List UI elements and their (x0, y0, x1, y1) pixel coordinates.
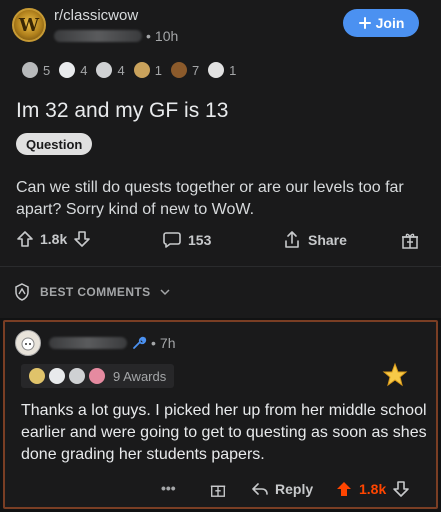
comment-vote-group: 1.8k (335, 480, 410, 498)
comments-button[interactable]: 153 (162, 230, 211, 250)
snoo-avatar-icon (21, 337, 35, 351)
comment-count: 153 (188, 232, 212, 248)
award-count: 7 (191, 62, 200, 78)
wow-logo-icon[interactable]: W (12, 8, 46, 42)
share-button[interactable]: Share (282, 230, 347, 250)
gift-award-button[interactable] (209, 480, 227, 498)
comment-body: Thanks a lot guys. I picked her up from … (21, 402, 427, 463)
dot-separator: • (151, 335, 156, 351)
post-title[interactable]: Im 32 and my GF is 13 (16, 99, 228, 123)
award-icon (22, 62, 38, 78)
award-count: 1 (154, 62, 162, 78)
award-count: 4 (80, 62, 88, 78)
post-meta: r/classicwow • 10h (54, 8, 178, 44)
avatar[interactable] (15, 330, 41, 356)
comment-icon (163, 232, 181, 248)
gift-icon (210, 485, 226, 497)
more-icon[interactable]: ••• (161, 480, 176, 496)
award-count: 5 (43, 62, 51, 78)
award-icon (89, 368, 105, 384)
wrench-icon (133, 336, 147, 349)
join-label: Join (375, 15, 405, 31)
comment-score: 1.8k (359, 481, 387, 497)
award-icon (69, 368, 85, 384)
award-icon (29, 368, 45, 384)
redacted-username (49, 337, 127, 349)
comment-awards[interactable]: 9 Awards (21, 364, 175, 388)
post-body: Can we still do quests together or are o… (16, 179, 404, 218)
dot-separator: • (146, 28, 151, 44)
shield-icon (15, 283, 29, 301)
more-label: ••• (161, 480, 176, 496)
downvote-icon[interactable] (73, 230, 91, 248)
upvote-icon[interactable] (335, 480, 353, 498)
sort-label: BEST COMMENTS (40, 285, 151, 299)
award-icon (133, 62, 150, 78)
award-icon (170, 62, 187, 78)
award-icon (59, 62, 76, 78)
plus-icon (358, 17, 371, 29)
share-label: Share (308, 232, 347, 248)
downvote-icon[interactable] (392, 480, 410, 498)
post-actions: 1.8k 153 Share (0, 230, 441, 256)
share-icon (285, 231, 299, 248)
join-button[interactable]: Join (343, 9, 419, 37)
reply-button[interactable]: Reply (251, 480, 313, 498)
vote-group: 1.8k (16, 230, 91, 248)
chevron-down-icon (160, 289, 170, 296)
divider (0, 266, 441, 267)
award-icon (96, 62, 113, 78)
award-icon (49, 368, 65, 384)
author-line: • 10h (54, 28, 178, 44)
comment-actions: ••• Reply 1.8k (5, 480, 436, 504)
post-age: 10h (154, 28, 179, 44)
post-flair[interactable]: Question (16, 133, 93, 155)
gift-award-button[interactable] (400, 230, 420, 250)
award-count: 4 (117, 62, 125, 78)
redacted-username (54, 30, 142, 42)
award-count: 1 (229, 62, 237, 78)
gift-icon (402, 233, 418, 249)
post-awards[interactable]: 5 4 4 1 7 1 (22, 62, 236, 78)
reply-label: Reply (275, 481, 314, 497)
subreddit-name[interactable]: r/classicwow (54, 8, 178, 24)
highlighted-comment: • 7h 9 Awards Thanks a lot guys. I picke… (3, 320, 438, 509)
comment-sort[interactable]: BEST COMMENTS (12, 282, 171, 302)
comment-header: • 7h (15, 330, 175, 356)
awards-count: 9 Awards (113, 368, 167, 384)
post-header: W r/classicwow • 10h (12, 8, 178, 44)
star-icon (382, 362, 408, 387)
post-score: 1.8k (40, 231, 68, 247)
reply-icon (252, 483, 268, 495)
post-card: W r/classicwow • 10h Join 5 4 4 1 7 1 Im… (0, 0, 441, 318)
comment-age: 7h (159, 335, 176, 351)
upvote-icon[interactable] (16, 230, 34, 248)
avatar-letter: W (18, 14, 40, 36)
award-icon (208, 62, 225, 78)
